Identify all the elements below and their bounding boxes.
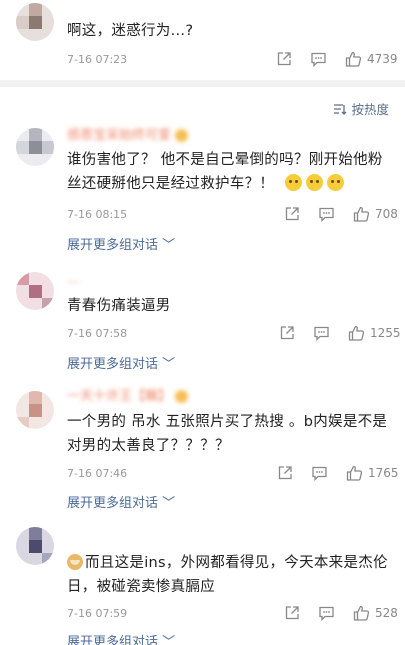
thinking-emoji-icon — [285, 174, 303, 191]
comment-icon — [319, 606, 334, 621]
thumbs-up-icon — [348, 325, 365, 341]
comment-icon — [314, 326, 329, 341]
comment-item[interactable]: ... 青春伤痛装逼男 7-16 07:58 1255 展开更多组对话 ﹀ — [0, 268, 405, 373]
like-count: 528 — [375, 606, 398, 620]
like-button[interactable]: 708 — [353, 206, 398, 222]
comment-icon — [311, 52, 326, 67]
section-divider — [0, 80, 405, 87]
comment-button[interactable] — [318, 605, 335, 621]
verified-badge-icon — [175, 129, 189, 142]
chevron-down-icon: ﹀ — [162, 357, 176, 372]
expand-label: 展开更多组对话 — [67, 357, 159, 372]
share-icon — [285, 606, 299, 620]
share-button[interactable] — [276, 51, 292, 67]
comment-item[interactable]: 感恩宝呆始终可爱 谁伤害他了？ 他不是自己晕倒的吗？刚开始他粉丝还硬掰他只是经过… — [0, 118, 405, 258]
expand-label: 展开更多组对话 — [67, 496, 159, 511]
expand-conversations-link[interactable]: 展开更多组对话 ﹀ — [67, 492, 175, 511]
comment-time: 7-16 07:58 — [67, 327, 128, 340]
comment-item[interactable]: 啊这，迷惑行为...? 7-16 07:23 4739 — [0, 0, 405, 72]
username[interactable]: ... — [67, 272, 79, 287]
username-text: 感恩宝呆始终可爱 — [67, 128, 172, 143]
avatar[interactable] — [16, 3, 54, 41]
share-button[interactable] — [284, 605, 300, 621]
expand-label: 展开更多组对话 — [67, 635, 159, 645]
doge-emoji-icon — [67, 554, 83, 570]
like-button[interactable]: 528 — [353, 605, 398, 621]
username-text: 一天十许王【瞩】 — [67, 389, 172, 404]
expand-conversations-link[interactable]: 展开更多组对话 ﹀ — [67, 353, 175, 372]
expand-label: 展开更多组对话 — [67, 238, 159, 253]
sort-by-hotness-button[interactable]: 按热度 — [333, 99, 389, 118]
comment-text: 啊这，迷惑行为...? — [67, 23, 194, 39]
thinking-emoji-icon — [327, 174, 345, 191]
thumbs-up-icon — [345, 51, 362, 67]
like-count: 4739 — [367, 52, 398, 66]
thumbs-up-icon — [353, 206, 370, 222]
comment-time: 7-16 08:15 — [67, 208, 128, 221]
comment-button[interactable] — [310, 51, 327, 67]
comment-text-body: 而且这是ins，外网都看得见，今天本来是杰伦日，被碰瓷卖惨真膈应 — [67, 555, 388, 595]
share-icon — [280, 326, 294, 340]
thumbs-up-icon — [353, 605, 370, 621]
chevron-down-icon: ﹀ — [162, 635, 176, 645]
like-count: 1765 — [368, 466, 399, 480]
expand-conversations-link[interactable]: 展开更多组对话 ﹀ — [67, 631, 175, 645]
avatar[interactable] — [16, 391, 54, 429]
thumbs-up-icon — [346, 465, 363, 481]
comment-text: 一个男的 吊水 五张照片买了热搜 。b内娱是不是对男的太善良了？？？？ — [67, 414, 388, 454]
expand-conversations-link[interactable]: 展开更多组对话 ﹀ — [67, 234, 175, 253]
like-count: 708 — [375, 207, 398, 221]
chevron-down-icon: ﹀ — [162, 496, 176, 511]
avatar[interactable] — [16, 527, 54, 565]
comment-button[interactable] — [313, 325, 330, 341]
comment-time: 7-16 07:23 — [67, 53, 128, 66]
sort-label: 按热度 — [351, 102, 389, 117]
comment-time: 7-16 07:46 — [67, 467, 128, 480]
comment-icon — [319, 207, 334, 222]
comment-text: 青春伤痛装逼男 — [67, 298, 171, 314]
username[interactable]: 一天十许王【瞩】 — [67, 385, 189, 404]
avatar[interactable] — [16, 272, 54, 310]
comment-item[interactable]: 而且这是ins，外网都看得见，今天本来是杰伦日，被碰瓷卖惨真膈应 7-16 07… — [0, 523, 405, 645]
avatar[interactable] — [16, 128, 54, 166]
share-icon — [278, 466, 292, 480]
like-button[interactable]: 1765 — [346, 465, 399, 481]
share-icon — [285, 207, 299, 221]
comment-text: 而且这是ins，外网都看得见，今天本来是杰伦日，被碰瓷卖惨真膈应 — [67, 551, 389, 599]
comment-time: 7-16 07:59 — [67, 607, 128, 620]
chevron-down-icon: ﹀ — [162, 238, 176, 253]
username[interactable]: 感恩宝呆始终可爱 — [67, 124, 189, 143]
username-text: ... — [67, 272, 80, 287]
sort-icon — [334, 103, 347, 115]
share-icon — [277, 52, 291, 66]
comment-item[interactable]: 一天十许王【瞩】 一个男的 吊水 五张照片买了热搜 。b内娱是不是对男的太善良了… — [0, 383, 405, 513]
share-button[interactable] — [277, 465, 293, 481]
comment-button[interactable] — [311, 465, 328, 481]
verified-badge-icon — [175, 390, 189, 403]
comment-text: 谁伤害他了？ 他不是自己晕倒的吗？刚开始他粉丝还硬掰他只是经过救护车？！ — [67, 148, 389, 196]
thinking-emoji-icon — [306, 174, 324, 191]
share-button[interactable] — [279, 325, 295, 341]
share-button[interactable] — [284, 206, 300, 222]
like-button[interactable]: 1255 — [348, 325, 401, 341]
comment-button[interactable] — [318, 206, 335, 222]
comment-icon — [312, 466, 327, 481]
like-button[interactable]: 4739 — [345, 51, 398, 67]
like-count: 1255 — [370, 326, 401, 340]
